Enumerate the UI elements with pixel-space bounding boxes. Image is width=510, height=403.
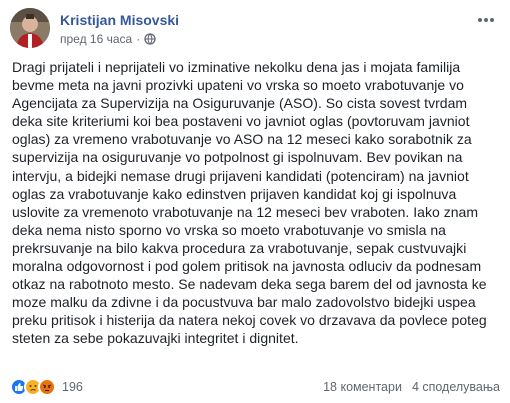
- post-timestamp[interactable]: пред 16 часа: [60, 32, 132, 46]
- shares-count[interactable]: 4 споделувања: [412, 380, 500, 394]
- post-footer: 196 18 коментари 4 споделувања: [10, 376, 500, 398]
- post-body: Dragi prijateli i neprijateli vo izminat…: [12, 59, 487, 347]
- avatar-image: [10, 8, 50, 48]
- avatar[interactable]: [10, 8, 50, 48]
- more-options-icon[interactable]: [476, 12, 496, 28]
- globe-icon[interactable]: [144, 33, 156, 45]
- reaction-count[interactable]: 196: [62, 380, 83, 394]
- reactions-summary[interactable]: 196: [10, 378, 83, 396]
- post-meta: пред 16 часа ·: [60, 32, 156, 46]
- comments-count[interactable]: 18 коментари: [323, 380, 402, 394]
- post-header: Kristijan Misovski пред 16 часа ·: [10, 8, 500, 50]
- angry-reaction-icon: [38, 378, 56, 396]
- author-name[interactable]: Kristijan Misovski: [60, 12, 179, 28]
- post-stats: 18 коментари 4 споделувања: [323, 380, 500, 394]
- meta-separator: ·: [136, 32, 141, 46]
- facebook-post: Kristijan Misovski пред 16 часа · Dragi …: [0, 0, 510, 403]
